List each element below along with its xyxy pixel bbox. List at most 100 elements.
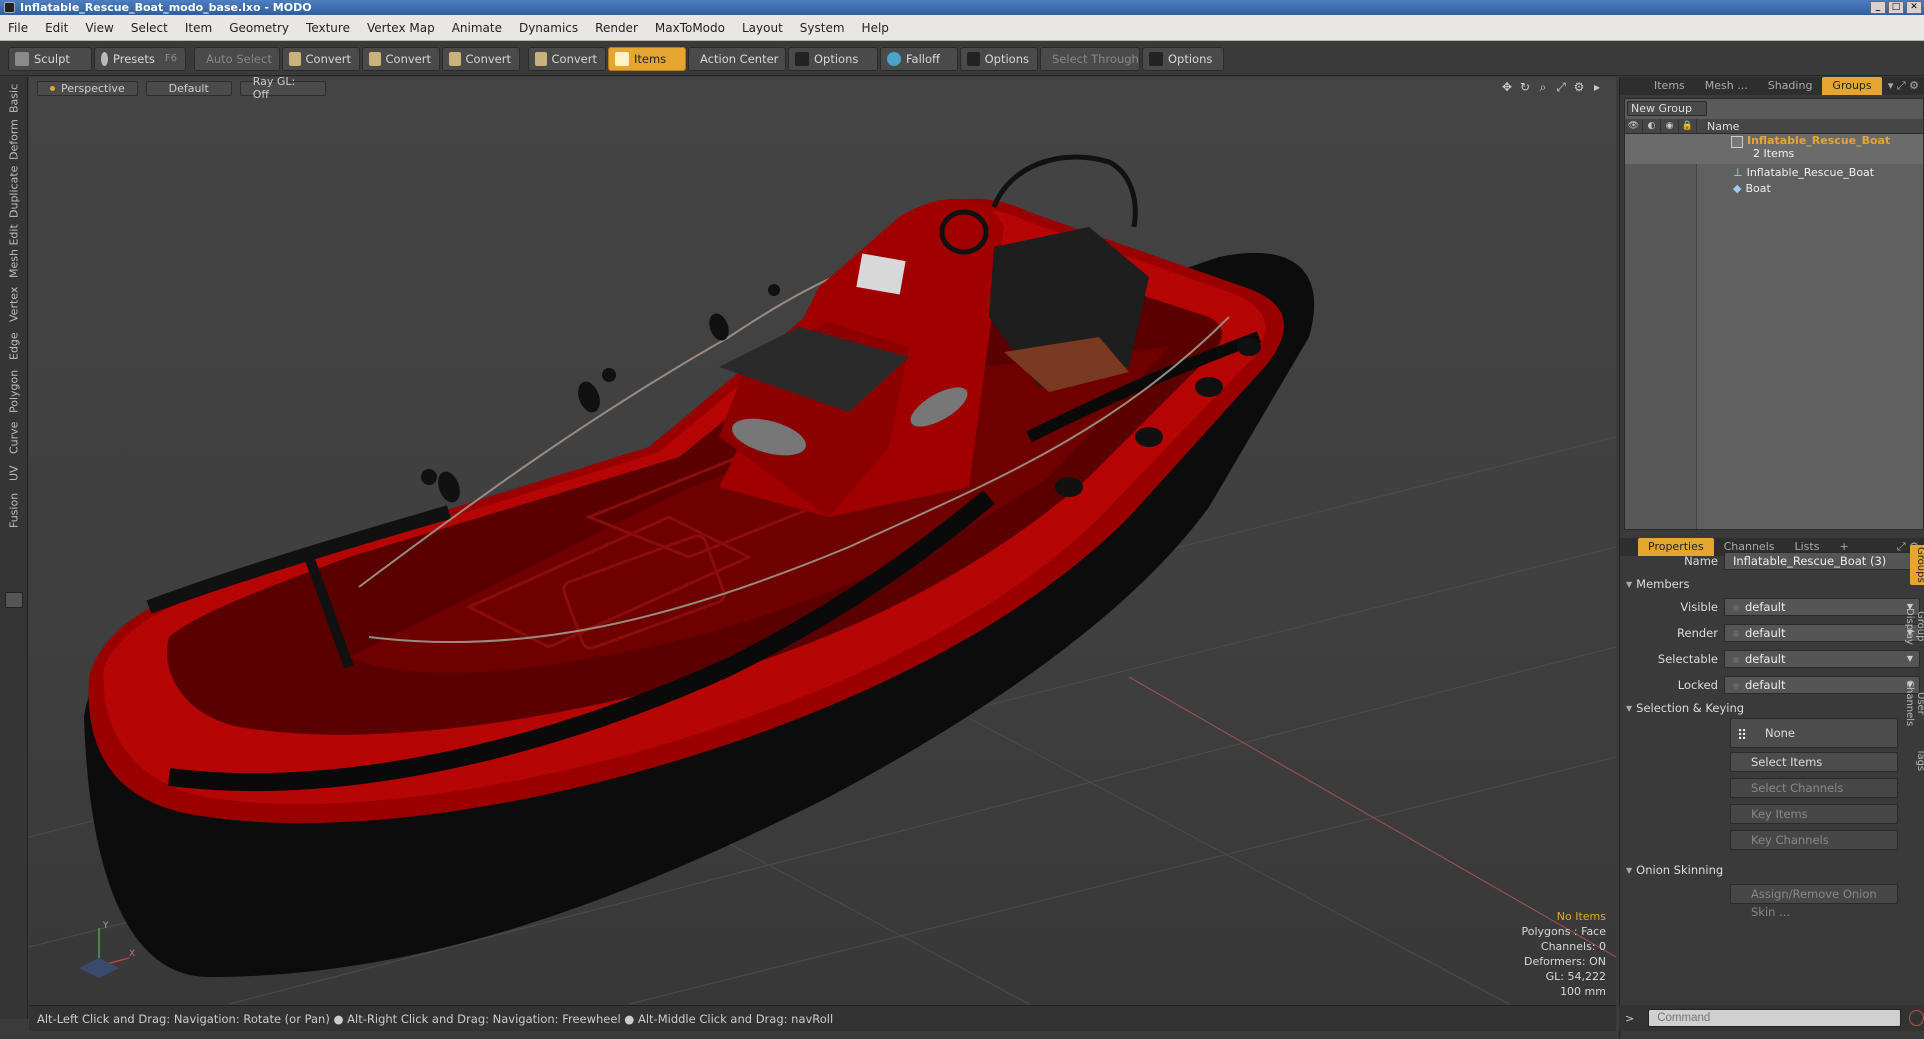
auto-select-button[interactable]: Auto Select — [194, 46, 280, 71]
selection-keying-section[interactable]: Selection & Keying — [1626, 699, 1744, 717]
tab-polygon[interactable]: Polygon — [5, 368, 23, 414]
minimize-button[interactable]: _ — [1870, 1, 1886, 14]
pan-icon[interactable]: ✥ — [1500, 80, 1514, 94]
key-channels-button[interactable]: Key Channels — [1730, 830, 1898, 850]
lock-col-icon[interactable]: 🔒 — [1679, 118, 1697, 134]
members-section[interactable]: Members — [1626, 575, 1689, 593]
tab-fusion[interactable]: Fusion — [5, 490, 23, 530]
name-column-header[interactable]: Name — [1697, 120, 1739, 133]
visible-row: Visible default — [1624, 596, 1920, 618]
gear-icon[interactable]: ⚙ — [1572, 80, 1586, 94]
sculpt-button[interactable]: Sculpt — [8, 46, 92, 71]
select-items-button[interactable]: Select Items — [1730, 752, 1898, 772]
group-root-count: 2 Items — [1753, 147, 1795, 160]
convert-button-4[interactable]: Convert — [528, 46, 606, 71]
tab-mesh[interactable]: Mesh ... — [1695, 77, 1758, 95]
menu-vertex-map[interactable]: Vertex Map — [367, 21, 435, 35]
tab-uv[interactable]: UV — [5, 462, 23, 484]
maximize-button[interactable]: □ — [1888, 1, 1904, 14]
menu-animate[interactable]: Animate — [452, 21, 502, 35]
menu-texture[interactable]: Texture — [306, 21, 350, 35]
command-input[interactable] — [1648, 1009, 1901, 1027]
menu-help[interactable]: Help — [862, 21, 889, 35]
info-polygons: Polygons : Face — [1521, 925, 1606, 938]
key-items-button[interactable]: Key Items — [1730, 804, 1898, 824]
render-dropdown[interactable]: default — [1724, 624, 1920, 642]
chevron-right-icon[interactable]: ▸ — [1590, 80, 1604, 94]
convert-button-2[interactable]: Convert — [362, 46, 440, 71]
zoom-icon[interactable]: ⌕ — [1536, 80, 1550, 94]
info-gl: GL: 54,222 — [1545, 970, 1606, 983]
menu-render[interactable]: Render — [595, 21, 638, 35]
3d-viewport[interactable]: Perspective Default Ray GL: Off ✥ ↻ ⌕ ⤢ … — [29, 77, 1616, 1004]
convert-button-3[interactable]: Convert — [442, 46, 520, 71]
select-through-button[interactable]: Select Through — [1040, 46, 1140, 71]
panel-menu-icon[interactable]: ▾ ⤢ ⚙ — [1888, 79, 1919, 93]
fit-icon[interactable]: ⤢ — [1554, 80, 1568, 94]
menu-file[interactable]: File — [8, 21, 28, 35]
render-col-icon[interactable]: ◐ — [1643, 118, 1661, 134]
menu-layout[interactable]: Layout — [742, 21, 783, 35]
group-child-row-2[interactable]: ◆ Boat — [1733, 180, 1771, 196]
tab-shading[interactable]: Shading — [1758, 77, 1823, 95]
menu-edit[interactable]: Edit — [45, 21, 68, 35]
status-bar: Alt-Left Click and Drag: Navigation: Rot… — [29, 1005, 1616, 1031]
options-button-3[interactable]: Options — [1142, 46, 1224, 71]
tab-expand-button[interactable] — [5, 592, 23, 608]
name-field[interactable]: Inflatable_Rescue_Boat (3) — [1724, 552, 1920, 570]
close-button[interactable]: ✕ — [1906, 1, 1922, 14]
menu-maxtomodo[interactable]: MaxToModo — [655, 21, 725, 35]
tab-groups[interactable]: Groups — [1822, 77, 1882, 95]
left-tool-tabs: Basic Deform Duplicate Mesh Edit Vertex … — [0, 77, 28, 1019]
falloff-button[interactable]: Falloff — [880, 46, 958, 71]
select-channels-button[interactable]: Select Channels — [1730, 778, 1898, 798]
axis-gizmo: Y X — [79, 921, 135, 978]
visible-dropdown[interactable]: default — [1724, 598, 1920, 616]
group-row-root[interactable]: Inflatable_Rescue_Boat 2 Items — [1625, 134, 1923, 164]
group-icon — [1731, 136, 1743, 148]
side-tab-tags[interactable]: Tags — [1910, 745, 1924, 775]
viewport-nav-icons: ✥ ↻ ⌕ ⤢ ⚙ ▸ — [1500, 80, 1604, 94]
side-tab-group-display[interactable]: Group Display — [1904, 591, 1924, 661]
assign-onion-skin-button[interactable]: Assign/Remove Onion Skin ... — [1730, 884, 1898, 919]
action-center-button[interactable]: Action Center — [688, 46, 786, 71]
menu-view[interactable]: View — [85, 21, 113, 35]
options-button-1[interactable]: Options — [788, 46, 878, 71]
menu-select[interactable]: Select — [131, 21, 168, 35]
visibility-col-icon[interactable]: 👁 — [1625, 118, 1643, 134]
tab-duplicate[interactable]: Duplicate — [5, 166, 23, 218]
tab-basic[interactable]: Basic — [5, 82, 23, 114]
tab-deform[interactable]: Deform — [5, 120, 23, 161]
tab-curve[interactable]: Curve — [5, 420, 23, 456]
new-group-button[interactable]: New Group — [1627, 101, 1707, 116]
presets-button[interactable]: Presets F6 — [94, 46, 186, 71]
selectable-dropdown[interactable]: default — [1724, 650, 1920, 668]
menu-dynamics[interactable]: Dynamics — [519, 21, 578, 35]
rotate-icon[interactable]: ↻ — [1518, 80, 1532, 94]
convert-button-1[interactable]: Convert — [282, 46, 360, 71]
convert-icon — [289, 51, 301, 66]
menu-system[interactable]: System — [800, 21, 845, 35]
options-button-2[interactable]: Options — [960, 46, 1038, 71]
y-axis-label: Y — [102, 921, 109, 931]
side-tab-user-channels[interactable]: User Channels — [1904, 667, 1924, 739]
side-tab-groups[interactable]: Groups — [1910, 545, 1924, 585]
group-child-row-1[interactable]: ⊥ Inflatable_Rescue_Boat — [1733, 164, 1874, 180]
locked-dropdown[interactable]: default — [1724, 676, 1920, 694]
menu-geometry[interactable]: Geometry — [229, 21, 289, 35]
tab-mesh-edit[interactable]: Mesh Edit — [5, 224, 23, 278]
mesh-icon: ◆ — [1733, 181, 1742, 195]
shading-style-dropdown[interactable]: Default — [145, 80, 232, 96]
tab-vertex[interactable]: Vertex — [5, 284, 23, 324]
menu-item[interactable]: Item — [185, 21, 212, 35]
view-perspective-dropdown[interactable]: Perspective — [37, 80, 138, 96]
raygl-toggle[interactable]: Ray GL: Off — [239, 77, 326, 101]
tab-edge[interactable]: Edge — [5, 330, 23, 362]
record-icon[interactable] — [1908, 1010, 1924, 1026]
info-deformers: Deformers: ON — [1524, 955, 1606, 968]
none-button[interactable]: ⠿ None — [1730, 718, 1898, 748]
items-mode-button[interactable]: Items — [608, 46, 686, 71]
onion-skinning-section[interactable]: Onion Skinning — [1626, 861, 1723, 879]
select-col-icon[interactable]: ◉ — [1661, 118, 1679, 134]
tab-items[interactable]: Items — [1644, 77, 1695, 95]
